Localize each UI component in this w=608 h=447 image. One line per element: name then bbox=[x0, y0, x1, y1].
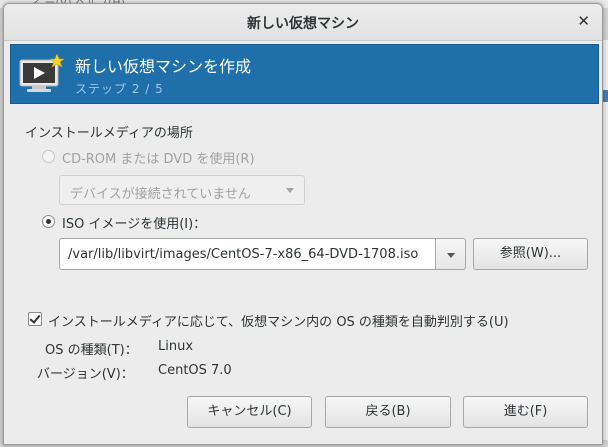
window-title: 新しい仮想マシン bbox=[247, 16, 359, 32]
iso-radio[interactable] bbox=[42, 215, 55, 228]
forward-button[interactable]: 進む(F) bbox=[463, 396, 588, 428]
os-type-label: OS の種類(T)： bbox=[45, 343, 138, 358]
cdrom-device-value: デバイスが接続されていません bbox=[70, 187, 251, 202]
version-value: CentOS 7.0 bbox=[158, 363, 232, 378]
titlebar: 新しい仮想マシン ✕ bbox=[4, 4, 602, 41]
browse-button[interactable]: 参照(W)... bbox=[473, 238, 588, 270]
os-type-value: Linux bbox=[158, 339, 194, 354]
install-media-section-label: インストールメディアの場所 bbox=[25, 126, 193, 141]
version-label: バージョン(V)： bbox=[37, 367, 134, 382]
iso-path-input[interactable]: /var/lib/libvirt/images/CentOS-7-x86_64-… bbox=[59, 238, 435, 270]
iso-radio-label: ISO イメージを使用(I)： bbox=[62, 217, 207, 232]
cdrom-radio-label: CD-ROM または DVD を使用(R) bbox=[62, 152, 255, 167]
cdrom-device-select[interactable]: デバイスが接続されていません bbox=[59, 175, 305, 205]
chevron-down-icon bbox=[447, 253, 455, 258]
cdrom-radio[interactable] bbox=[42, 150, 55, 163]
banner-heading: 新しい仮想マシンを作成 bbox=[75, 57, 252, 76]
chevron-down-icon bbox=[286, 188, 294, 193]
auto-detect-os-checkbox[interactable] bbox=[28, 312, 42, 326]
new-vm-icon bbox=[19, 54, 64, 92]
wizard-banner: 新しい仮想マシンを作成 ステップ 2 / 5 bbox=[10, 44, 599, 104]
iso-history-dropdown[interactable] bbox=[435, 238, 466, 270]
auto-detect-os-label: インストールメディアに応じて、仮想マシン内の OS の種類を自動判別する(U) bbox=[48, 315, 509, 330]
step-indicator: ステップ 2 / 5 bbox=[75, 82, 164, 96]
new-vm-dialog: 新しい仮想マシン ✕ 新しい仮想マシンを作成 ステップ 2 / 5 インストール… bbox=[3, 3, 603, 445]
cancel-button[interactable]: キャンセル(C) bbox=[187, 396, 312, 428]
back-button[interactable]: 戻る(B) bbox=[325, 396, 451, 428]
iso-path-value: /var/lib/libvirt/images/CentOS-7-x86_64-… bbox=[68, 247, 419, 262]
close-icon[interactable]: ✕ bbox=[577, 12, 590, 30]
